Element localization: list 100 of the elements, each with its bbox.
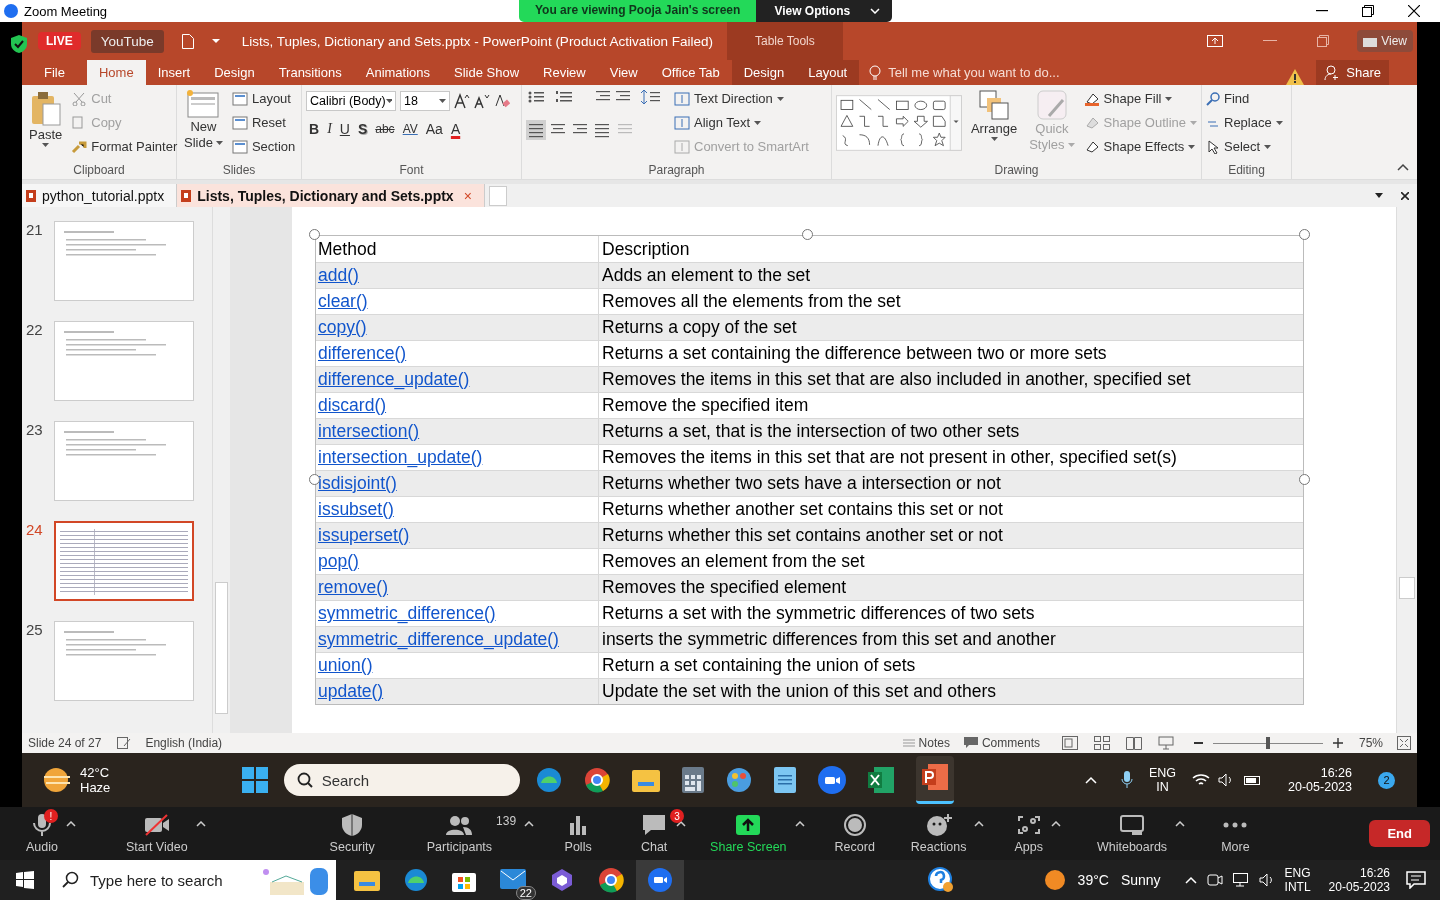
screen-icon[interactable]	[1363, 35, 1378, 47]
font-size-field[interactable]: 18	[400, 91, 450, 111]
caret-icon[interactable]	[1165, 96, 1173, 101]
windows-start-icon[interactable]	[16, 871, 34, 889]
brush-icon[interactable]	[71, 139, 88, 154]
meeting-control-button[interactable]: More	[1221, 813, 1250, 854]
caret-icon[interactable]	[974, 821, 985, 827]
method-link[interactable]: copy()	[318, 317, 367, 338]
new-document-icon[interactable]	[181, 33, 194, 49]
comments-button[interactable]: Comments	[963, 736, 1040, 750]
input-language[interactable]: IN	[1156, 780, 1169, 794]
fit-to-window-icon[interactable]	[1397, 736, 1411, 750]
slide-thumbnail[interactable]	[54, 321, 194, 401]
presentation-file-icon[interactable]	[181, 189, 192, 202]
chevron-up-icon[interactable]	[1084, 776, 1097, 784]
shape-format-button[interactable]: Shape Effects	[1083, 136, 1197, 157]
caret-icon[interactable]	[1188, 144, 1196, 149]
layout-icon[interactable]	[231, 115, 248, 130]
caret-icon[interactable]	[1275, 120, 1283, 125]
arrange-button[interactable]: Arrange	[967, 88, 1021, 143]
video-camera-icon[interactable]	[648, 868, 672, 892]
zoom-slider-thumb[interactable]	[1265, 737, 1270, 749]
minimize-icon[interactable]	[1316, 10, 1328, 12]
spreadsheet-icon[interactable]	[867, 767, 894, 793]
slideshow-icon[interactable]	[1157, 736, 1174, 750]
method-link[interactable]: update()	[318, 681, 384, 702]
search-icon[interactable]	[296, 772, 313, 788]
layout-icon[interactable]	[231, 91, 248, 106]
slides-button[interactable]: Layout	[231, 88, 296, 109]
presentation-icon[interactable]	[921, 764, 948, 790]
meeting-control-button[interactable]: Participants	[426, 813, 493, 854]
notifications-icon[interactable]	[1406, 871, 1426, 889]
lightbulb-icon[interactable]	[869, 64, 882, 81]
normal-view-icon[interactable]	[1061, 736, 1078, 750]
ribbon-tab[interactable]: Design	[731, 60, 797, 85]
meeting-control-button[interactable]: Reactions	[910, 813, 967, 854]
ribbon-tab[interactable]: Office Tab	[649, 60, 732, 85]
view-button[interactable]: View	[1357, 30, 1413, 52]
start-icon[interactable]	[241, 767, 268, 793]
spelling-icon[interactable]	[117, 737, 132, 749]
restore-icon[interactable]	[1362, 5, 1374, 17]
ribbon-tab[interactable]: Review	[531, 60, 598, 85]
method-link[interactable]: clear()	[318, 291, 368, 312]
video-camera-icon[interactable]	[817, 766, 846, 794]
caret-icon[interactable]	[754, 120, 762, 125]
clock-time[interactable]: 16:26	[1359, 866, 1390, 880]
selection-handle[interactable]	[309, 474, 320, 485]
shape-icon[interactable]	[1083, 91, 1100, 106]
caret-icon[interactable]	[1050, 821, 1061, 827]
paste-button[interactable]: Paste	[26, 88, 66, 149]
editing-button[interactable]: Replace	[1206, 112, 1283, 133]
caret-icon[interactable]	[990, 137, 998, 141]
caret-icon[interactable]	[524, 821, 535, 827]
method-link[interactable]: issubset()	[318, 499, 394, 520]
meeting-control-button[interactable]: Chat	[640, 813, 669, 854]
battery-icon[interactable]	[1244, 774, 1263, 786]
shape-format-button[interactable]: Shape Fill	[1083, 88, 1197, 109]
meeting-control-button[interactable]: Polls	[564, 813, 593, 854]
taskbar-button[interactable]	[915, 756, 954, 804]
clipboard-button[interactable]: Format Painter	[71, 136, 178, 157]
paragraph-button[interactable]: Align Text	[674, 112, 809, 133]
meeting-control-button[interactable]: Apps	[1014, 813, 1043, 854]
slide-thumbnail[interactable]	[54, 621, 194, 701]
caret-icon[interactable]	[794, 821, 805, 827]
document-tab[interactable]: Lists, Tuples, Dictionary and Sets.pptx ×	[177, 184, 485, 207]
selection-handle[interactable]	[1299, 474, 1310, 485]
caret-icon[interactable]	[385, 99, 392, 103]
input-language[interactable]: INTL	[1284, 880, 1311, 894]
caret-icon[interactable]	[42, 143, 50, 147]
new-slide-button[interactable]: New Slide	[181, 88, 226, 152]
slide-thumbnail[interactable]	[54, 421, 194, 501]
calculator-icon[interactable]	[681, 767, 704, 793]
method-link[interactable]: union()	[318, 655, 373, 676]
method-link[interactable]: symmetric_difference_update()	[318, 629, 559, 650]
method-link[interactable]: intersection()	[318, 421, 420, 442]
meeting-control-button[interactable]: Start Video	[126, 813, 188, 854]
microphone-icon[interactable]	[1120, 771, 1133, 789]
ribbon-display-icon[interactable]	[1207, 35, 1224, 47]
ribbon-tab[interactable]: Insert	[145, 60, 203, 85]
search-icon[interactable]	[62, 871, 80, 889]
font-format-button[interactable]: U	[336, 119, 353, 139]
meeting-control-button[interactable]: Whiteboards	[1096, 813, 1168, 854]
slides-button[interactable]: Reset	[231, 112, 296, 133]
caret-icon[interactable]	[439, 99, 446, 103]
zoom-in-icon[interactable]	[1332, 738, 1343, 748]
ribbon-tab[interactable]: View	[597, 60, 650, 85]
chrome-icon[interactable]	[598, 867, 624, 893]
editing-button[interactable]: Find	[1206, 88, 1250, 109]
folder-icon[interactable]	[354, 869, 380, 891]
camera-icon[interactable]	[1206, 873, 1223, 887]
folder-icon[interactable]	[631, 768, 660, 792]
paint-icon[interactable]	[725, 767, 752, 793]
notes-button[interactable]: Notes	[902, 736, 950, 750]
ribbon-tab[interactable]: Home	[86, 60, 146, 85]
method-link[interactable]: pop()	[318, 551, 359, 572]
video-camera-icon[interactable]	[142, 813, 171, 837]
caret-icon[interactable]	[66, 821, 76, 827]
font-format-button[interactable]: I	[324, 119, 335, 139]
pointer-icon[interactable]	[1206, 139, 1220, 154]
scrollbar[interactable]	[212, 207, 230, 733]
